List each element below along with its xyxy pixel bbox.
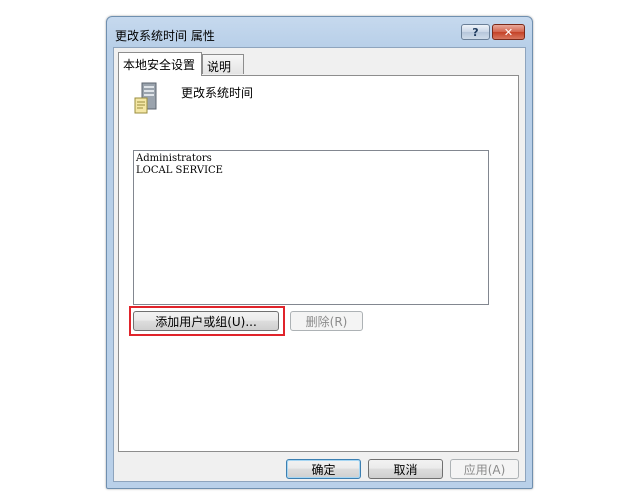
help-button[interactable]: ? [461, 24, 490, 40]
tab-panel: 更改系统时间 Administrators LOCAL SERVICE 添加用户… [118, 75, 519, 452]
button-label: 应用(A) [463, 462, 506, 477]
button-label: 删除(R) [305, 314, 348, 329]
window-title: 更改系统时间 属性 [115, 29, 215, 43]
policy-name: 更改系统时间 [181, 86, 254, 100]
cancel-button[interactable]: 取消 [368, 459, 443, 479]
properties-dialog: 更改系统时间 属性 ? ✕ 本地安全设置 说明 更改系统时间 Administr… [106, 16, 533, 489]
question-icon: ? [472, 25, 479, 39]
tab-local-security-setting[interactable]: 本地安全设置 [118, 52, 202, 76]
tab-explain[interactable]: 说明 [202, 54, 244, 74]
list-item[interactable]: Administrators [136, 153, 486, 165]
button-label: 确定 [311, 462, 336, 477]
list-item[interactable]: LOCAL SERVICE [136, 165, 486, 177]
server-icon [134, 82, 157, 114]
apply-button[interactable]: 应用(A) [450, 459, 519, 479]
highlight-annotation [129, 306, 285, 336]
tab-label: 本地安全设置 [123, 58, 196, 72]
principals-listbox[interactable]: Administrators LOCAL SERVICE [133, 150, 489, 305]
tab-label: 说明 [207, 60, 232, 74]
button-label: 取消 [393, 462, 418, 477]
title-bar[interactable]: 更改系统时间 属性 ? ✕ [107, 17, 532, 47]
dialog-client-area: 本地安全设置 说明 更改系统时间 Administrators LOCAL SE… [113, 47, 526, 482]
close-button[interactable]: ✕ [492, 24, 525, 40]
remove-button[interactable]: 删除(R) [290, 311, 363, 331]
ok-button[interactable]: 确定 [286, 459, 361, 479]
close-icon: ✕ [503, 25, 514, 39]
